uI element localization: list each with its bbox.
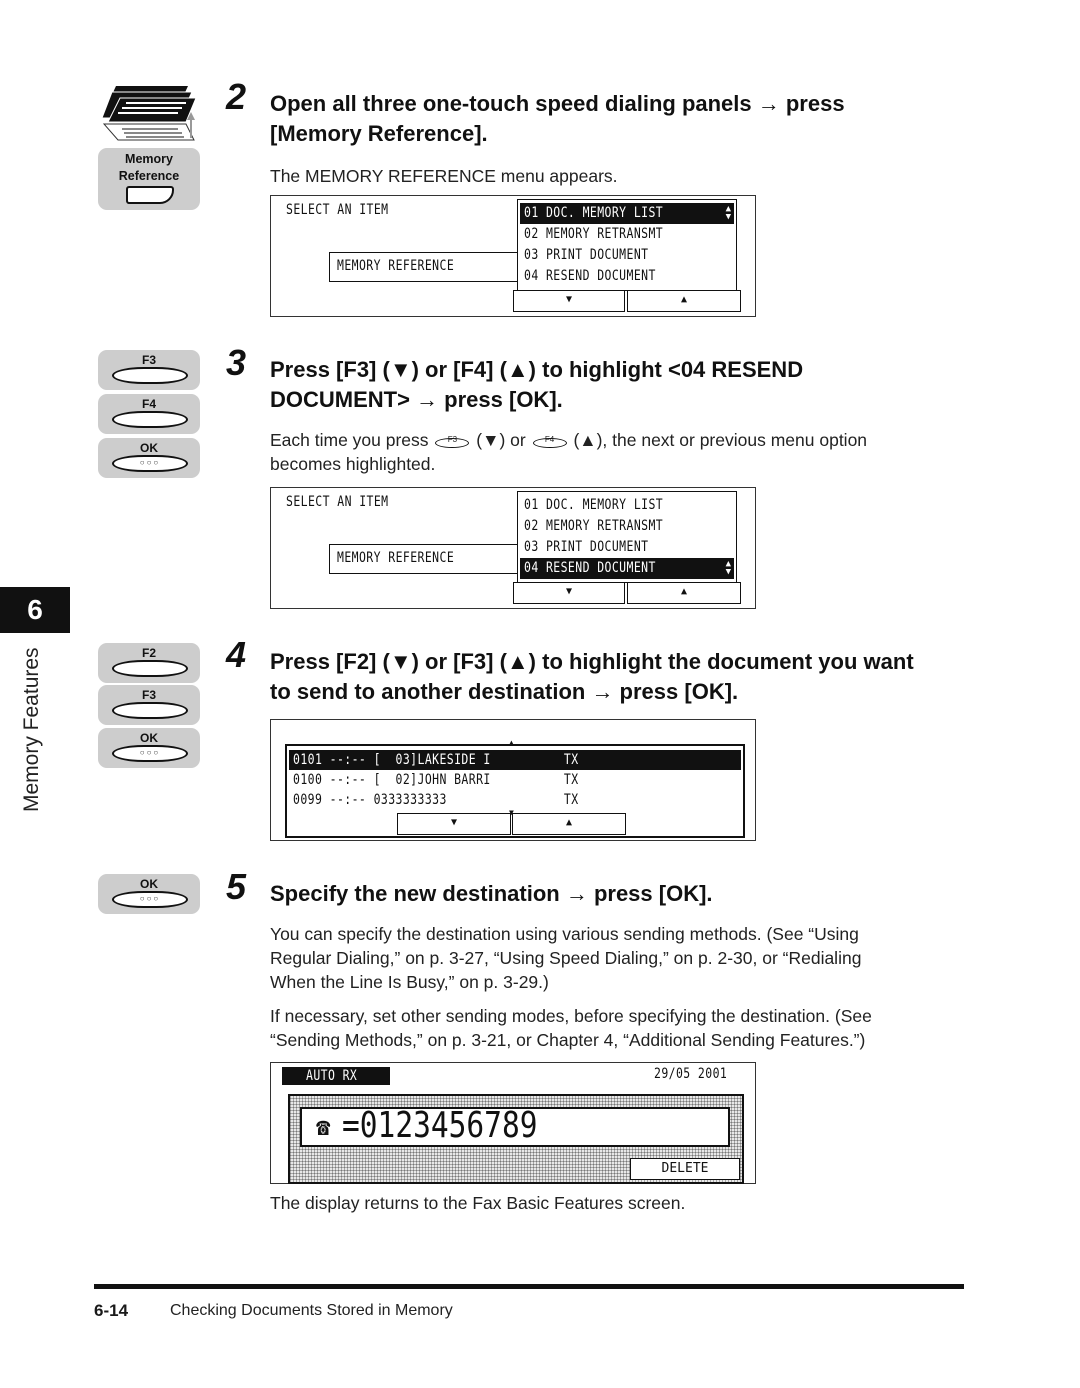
menu-item-2[interactable]: 02 MEMORY RETRANSMT <box>520 224 734 245</box>
down-arrow-button[interactable]: ▼ <box>397 813 511 835</box>
down-arrow-button[interactable]: ▼ <box>513 582 625 604</box>
up-arrow-button[interactable]: ▲ <box>627 290 741 312</box>
step-title-line: DOCUMENT> → press [OK]. <box>270 387 563 412</box>
menu-item-1[interactable]: 01 DOC. MEMORY LIST ▲ ▼ <box>520 203 734 224</box>
lcd-screen-menu-resend: SELECT AN ITEM MEMORY REFERENCE 01 DOC. … <box>270 487 756 609</box>
phone-icon: ☎ <box>316 1113 331 1141</box>
page-number: 6-14 <box>94 1301 129 1320</box>
chapter-label: Memory Features <box>20 647 43 812</box>
number-field[interactable]: ☎ =0123456789 <box>300 1107 730 1147</box>
step-number: 2 <box>226 76 247 117</box>
step-paragraph: You can specify the destination using va… <box>270 924 862 992</box>
menu-item-4[interactable]: 04 RESEND DOCUMENT <box>520 266 734 287</box>
mode-badge: AUTO RX <box>282 1067 390 1085</box>
lcd-context: MEMORY REFERENCE <box>337 550 455 566</box>
ok-key-icon: OK ○○○ <box>98 874 200 914</box>
up-arrow-button[interactable]: ▲ <box>512 813 626 835</box>
scroll-updown-icon: ▲ ▼ <box>725 204 731 222</box>
lcd-screen-fax-basic: AUTO RX 29/05 2001 ☎ =0123456789 DELETE <box>270 1062 756 1184</box>
step-number: 3 <box>226 342 247 383</box>
menu-list: 01 DOC. MEMORY LIST 02 MEMORY RETRANSMT … <box>517 491 737 583</box>
document-row[interactable]: 0100 --:-- [ 02]JOHN BARRI TX <box>289 770 741 790</box>
f4-inline-key-icon: F4 <box>531 432 569 448</box>
scroll-updown-icon: ▲ ▼ <box>725 559 731 577</box>
step-number: 5 <box>226 866 247 907</box>
footer-rule <box>94 1284 964 1289</box>
ok-key-icon: OK ○○○ <box>98 438 200 478</box>
lcd-heading: SELECT AN ITEM <box>286 494 389 510</box>
memory-reference-key-icon: Memory Reference <box>98 148 200 210</box>
lcd-screen-menu: SELECT AN ITEM MEMORY REFERENCE 01 DOC. … <box>270 195 756 317</box>
step-title-line: Open all three one-touch speed dialing p… <box>270 91 845 116</box>
f3-inline-key-icon: F3 <box>433 432 471 448</box>
chapter-tab: 6 <box>0 587 70 633</box>
memory-reference-key-line1: Memory <box>125 152 173 166</box>
f3-key-icon: F3 <box>98 350 200 390</box>
lcd-context-box: MEMORY REFERENCE <box>329 544 521 574</box>
one-touch-panels-icon <box>100 84 200 144</box>
step-title-line: Press [F3] (▼) or [F4] (▲) to highlight … <box>270 357 804 382</box>
memory-reference-key-line2: Reference <box>118 169 180 183</box>
date-display: 29/05 2001 <box>654 1066 728 1082</box>
lcd-heading: SELECT AN ITEM <box>286 202 389 218</box>
step-title-line: to send to another destination → press [… <box>270 679 739 704</box>
step-title: Press [F2] (▼) or [F3] (▲) to highlight … <box>270 647 914 707</box>
document-row[interactable]: 0101 --:-- [ 03]LAKESIDE I TX <box>289 750 741 770</box>
menu-list: 01 DOC. MEMORY LIST ▲ ▼ 02 MEMORY RETRANSM… <box>517 199 737 291</box>
footer-title: Checking Documents Stored in Memory <box>170 1302 453 1319</box>
up-arrow-button[interactable]: ▲ <box>627 582 741 604</box>
dialed-number: =0123456789 <box>342 1105 538 1146</box>
ok-key-icon: OK ○○○ <box>98 728 200 768</box>
lcd-screen-document-list: ▲ 0101 --:-- [ 03]LAKESIDE I TX 0100 --:… <box>270 719 756 841</box>
menu-item-1[interactable]: 01 DOC. MEMORY LIST <box>520 495 734 516</box>
menu-item-2[interactable]: 02 MEMORY RETRANSMT <box>520 516 734 537</box>
step-title-line: [Memory Reference]. <box>270 121 488 146</box>
f4-key-icon: F4 <box>98 394 200 434</box>
step-body: The MEMORY REFERENCE menu appears. <box>270 166 618 186</box>
menu-item-4[interactable]: 04 RESEND DOCUMENT ▲ ▼ <box>520 558 734 579</box>
menu-item-3[interactable]: 03 PRINT DOCUMENT <box>520 537 734 558</box>
step-number: 4 <box>226 634 247 675</box>
step-paragraph: If necessary, set other sending modes, b… <box>270 1006 872 1050</box>
delete-button[interactable]: DELETE <box>630 1158 740 1180</box>
f2-key-icon: F2 <box>98 643 200 683</box>
lcd-context: MEMORY REFERENCE <box>337 258 455 274</box>
key-button-shape <box>126 186 174 204</box>
menu-item-3[interactable]: 03 PRINT DOCUMENT <box>520 245 734 266</box>
step-title: Specify the new destination → press [OK]… <box>270 881 713 906</box>
scroll-up-indicator-icon: ▲ <box>509 738 514 747</box>
step-title-line: Press [F2] (▼) or [F3] (▲) to highlight … <box>270 649 914 674</box>
f3-key-icon: F3 <box>98 685 200 725</box>
down-arrow-button[interactable]: ▼ <box>513 290 625 312</box>
step-title: Open all three one-touch speed dialing p… <box>270 89 845 149</box>
step-body: Each time you press F3 (▼) or F4 (▲), th… <box>270 430 868 474</box>
step-title: Press [F3] (▼) or [F4] (▲) to highlight … <box>270 355 803 415</box>
document-row[interactable]: 0099 --:-- 0333333333 TX <box>289 790 741 810</box>
number-panel: ☎ =0123456789 DELETE <box>288 1094 744 1184</box>
step-result: The display returns to the Fax Basic Fea… <box>270 1193 686 1213</box>
lcd-context-box: MEMORY REFERENCE <box>329 252 521 282</box>
